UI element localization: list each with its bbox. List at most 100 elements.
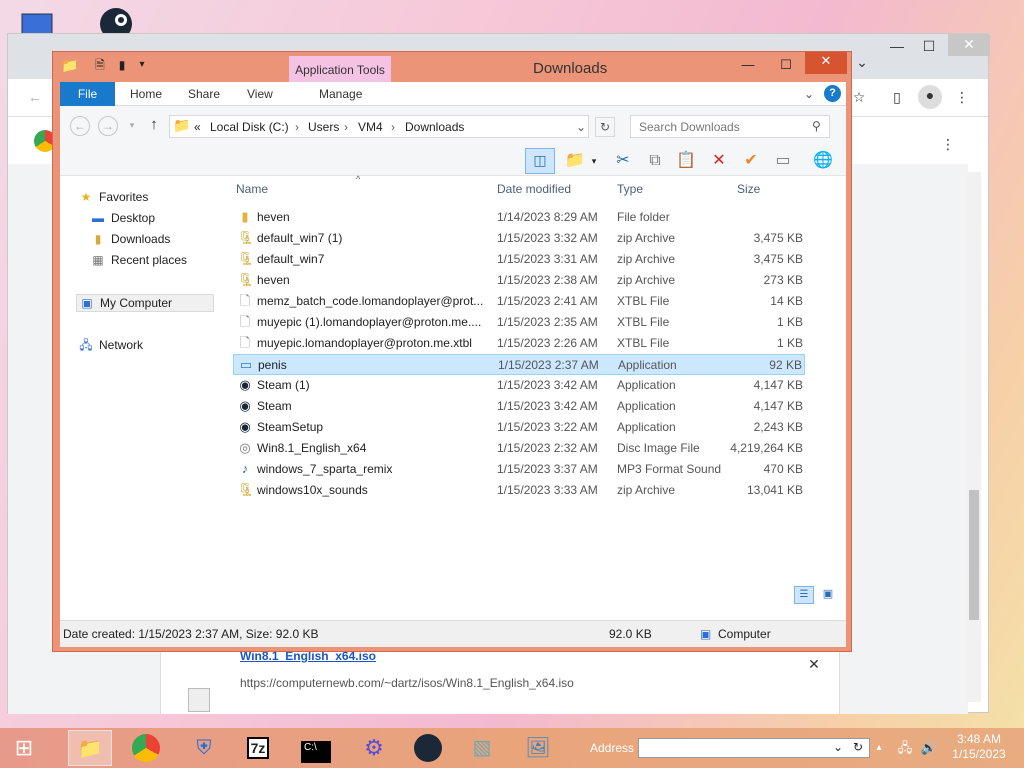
taskbar-address-input[interactable]: ⌄ ↻ bbox=[638, 738, 870, 758]
ribbon-expand-icon[interactable]: ⌄ bbox=[804, 82, 814, 106]
column-header-date[interactable]: Date modified bbox=[497, 182, 571, 196]
nav-downloads[interactable]: ▮ Downloads bbox=[90, 232, 171, 246]
file-date: 1/15/2023 2:26 AM bbox=[497, 336, 598, 350]
maximize-icon[interactable]: ☐ bbox=[771, 56, 801, 76]
properties-icon[interactable]: ▭ bbox=[772, 150, 794, 172]
address-bar[interactable]: 📁 « Local Disk (C:) › Users › VM4 › Down… bbox=[169, 115, 589, 138]
back-icon[interactable]: ← bbox=[24, 87, 46, 107]
back-icon[interactable]: ← bbox=[70, 116, 90, 136]
nav-desktop-label: Desktop bbox=[111, 211, 156, 225]
tab-share[interactable]: Share bbox=[188, 82, 220, 106]
scrollbar-thumb[interactable] bbox=[969, 490, 979, 620]
large-icons-view-icon[interactable]: ▣ bbox=[818, 586, 838, 604]
photos-taskbar-icon[interactable]: 🖼 bbox=[518, 730, 558, 766]
file-row[interactable]: ◉ Steam 1/15/2023 3:42 AM Application 4,147 … bbox=[233, 396, 805, 417]
help-icon[interactable]: ? bbox=[824, 85, 841, 102]
network-globe-icon[interactable]: 🌐 bbox=[812, 150, 834, 172]
settings-gear-taskbar-icon[interactable]: ⚙ bbox=[354, 730, 394, 766]
delete-icon[interactable]: ✕ bbox=[708, 150, 730, 172]
downloads-menu-icon[interactable]: ⋮ bbox=[938, 134, 958, 154]
file-row[interactable]: 🗜 windows10x_sounds 1/15/2023 3:33 AM zip A… bbox=[233, 480, 805, 501]
command-prompt-taskbar-icon[interactable]: C:\ bbox=[296, 730, 336, 766]
tab-dropdown-icon[interactable]: ⌄ bbox=[852, 52, 872, 72]
rename-check-icon[interactable]: ✔ bbox=[740, 150, 762, 172]
address-go-icon[interactable]: ↻ bbox=[853, 740, 863, 754]
file-row[interactable]: ◉ SteamSetup 1/15/2023 3:22 AM Application 2… bbox=[233, 417, 805, 438]
file-row[interactable]: ♪ windows_7_sparta_remix 1/15/2023 3:37 AM… bbox=[233, 459, 805, 480]
file-explorer-taskbar-icon[interactable]: 📁 bbox=[68, 730, 112, 766]
file-row[interactable]: ◉ Steam (1) 1/15/2023 3:42 AM Application 4,… bbox=[233, 375, 805, 396]
nav-desktop[interactable]: ▬ Desktop bbox=[90, 211, 155, 225]
close-icon[interactable]: ✕ bbox=[948, 34, 990, 56]
quick-access-newfolder-icon[interactable]: ▮ bbox=[113, 56, 131, 76]
minimize-icon[interactable]: — bbox=[733, 56, 763, 76]
breadcrumb-downloads[interactable]: Downloads bbox=[405, 120, 464, 134]
file-row[interactable]: ▭ penis 1/15/2023 2:37 AM Application 92 KB bbox=[233, 354, 805, 375]
downloads-folder-icon: ▮ bbox=[94, 232, 102, 246]
breadcrumb-users[interactable]: Users bbox=[308, 120, 339, 134]
up-icon[interactable]: ↑ bbox=[144, 116, 164, 136]
address-dropdown-icon[interactable]: ⌄ bbox=[833, 740, 843, 754]
quick-access-folder-icon[interactable]: 📁 bbox=[61, 56, 79, 76]
file-row[interactable]: ◎ Win8.1_English_x64 1/15/2023 2:32 AM Disc… bbox=[233, 438, 805, 459]
move-dropdown-icon[interactable]: ▾ bbox=[588, 150, 600, 172]
forward-icon[interactable]: → bbox=[98, 116, 118, 136]
tab-view[interactable]: View bbox=[247, 82, 273, 106]
cut-icon[interactable]: ✂ bbox=[612, 150, 634, 172]
file-row[interactable]: 🗜 default_win7 1/15/2023 3:31 AM zip Archiv… bbox=[233, 249, 805, 270]
remove-download-icon[interactable]: ✕ bbox=[804, 654, 824, 674]
preview-pane-icon[interactable]: ◫ bbox=[525, 148, 555, 174]
tab-home[interactable]: Home bbox=[130, 82, 162, 106]
quick-access-dropdown-icon[interactable]: ▾ bbox=[135, 56, 149, 76]
file-row[interactable]: 🗋 muyepic (1).lomandoplayer@proton.me....… bbox=[233, 312, 805, 333]
7zip-taskbar-icon[interactable]: 7z bbox=[238, 730, 278, 766]
tab-file[interactable]: File bbox=[60, 82, 115, 106]
notepad-taskbar-icon[interactable]: ▧ bbox=[462, 730, 502, 766]
breadcrumb-vm4[interactable]: VM4 bbox=[358, 120, 383, 134]
breadcrumb-local-disk[interactable]: Local Disk (C:) bbox=[210, 120, 289, 134]
search-input[interactable]: Search Downloads bbox=[630, 115, 830, 138]
system-clock[interactable]: 3:48 AM 1/15/2023 bbox=[944, 732, 1014, 762]
paste-icon[interactable]: 📋 bbox=[675, 150, 697, 172]
column-header-name[interactable]: Name bbox=[236, 182, 268, 196]
file-row[interactable]: 🗜 heven 1/15/2023 2:38 AM zip Archive 273 KB bbox=[233, 270, 805, 291]
nav-recent[interactable]: ▦ Recent places bbox=[90, 253, 187, 267]
file-date: 1/15/2023 2:41 AM bbox=[497, 294, 598, 308]
quick-access-properties-icon[interactable]: 🗎 bbox=[91, 56, 109, 76]
move-to-icon[interactable]: 📁 bbox=[564, 150, 586, 172]
explorer-window[interactable]: 📁 🗎 ▮ ▾ Application Tools Downloads — ☐ … bbox=[52, 51, 852, 652]
network-tray-icon[interactable]: 🖧 bbox=[894, 730, 916, 766]
close-icon[interactable]: ✕ bbox=[805, 52, 847, 74]
column-header-type[interactable]: Type bbox=[617, 182, 643, 196]
details-view-icon[interactable]: ☰ bbox=[794, 586, 814, 604]
scrollbar[interactable] bbox=[967, 172, 981, 702]
refresh-icon[interactable]: ↻ bbox=[595, 117, 615, 137]
column-header-size[interactable]: Size bbox=[737, 182, 760, 196]
chrome-menu-icon[interactable]: ⋮ bbox=[952, 87, 972, 107]
chrome-taskbar-icon[interactable] bbox=[126, 730, 166, 766]
side-panel-icon[interactable]: ▯ bbox=[886, 87, 908, 107]
nav-network[interactable]: 🖧 Network bbox=[78, 336, 143, 357]
recent-locations-icon[interactable]: ▾ bbox=[122, 116, 142, 136]
profile-icon[interactable]: ● bbox=[918, 85, 942, 109]
file-row[interactable]: 🗋 muyepic.lomandoplayer@proton.me.xtbl 1/1… bbox=[233, 333, 805, 354]
file-type: Disc Image File bbox=[617, 441, 700, 455]
steam-taskbar-icon[interactable] bbox=[408, 730, 448, 766]
minimize-icon[interactable]: — bbox=[882, 36, 912, 56]
nav-computer[interactable]: ▣ My Computer bbox=[76, 294, 214, 312]
maximize-icon[interactable]: ☐ bbox=[914, 36, 944, 56]
titlebar[interactable]: 📁 🗎 ▮ ▾ Application Tools Downloads — ☐ … bbox=[53, 52, 851, 88]
file-row[interactable]: 🗋 memz_batch_code.lomandoplayer@prot... 1/… bbox=[233, 291, 805, 312]
search-icon[interactable]: ⚲ bbox=[812, 119, 821, 133]
nav-favorites[interactable]: ★ Favorites bbox=[78, 190, 149, 204]
tab-manage[interactable]: Manage bbox=[319, 82, 362, 106]
address-dropdown-icon[interactable]: ⌄ bbox=[576, 120, 586, 134]
tray-chevron-icon[interactable]: ▴ bbox=[870, 730, 888, 766]
start-button[interactable]: ⊞ bbox=[3, 730, 45, 766]
security-shield-taskbar-icon[interactable]: ⛨ bbox=[184, 730, 224, 766]
file-row[interactable]: ▮ heven 1/14/2023 8:29 AM File folder bbox=[233, 207, 805, 228]
file-row[interactable]: 🗜 default_win7 (1) 1/15/2023 3:32 AM zip Ar… bbox=[233, 228, 805, 249]
volume-tray-icon[interactable]: 🔊 bbox=[918, 730, 940, 766]
breadcrumb-overflow[interactable]: « bbox=[194, 120, 201, 134]
copy-icon[interactable]: ⧉ bbox=[644, 150, 666, 172]
